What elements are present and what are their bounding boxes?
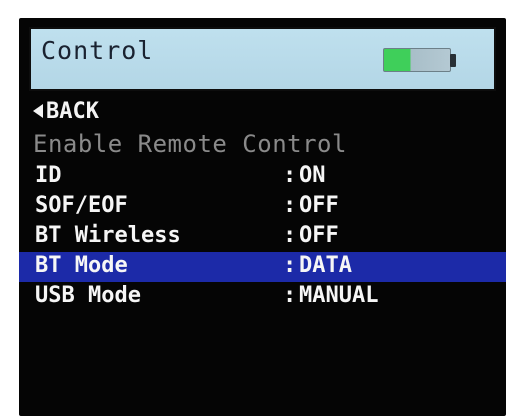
menu-item-sof-eof[interactable]: SOF/EOF : OFF [19, 192, 506, 222]
menu-item-value: DATA [299, 253, 352, 278]
menu-item-label: ID [35, 163, 62, 188]
menu-item-bt-wireless[interactable]: BT Wireless : OFF [19, 222, 506, 252]
menu-item-label: BT Wireless [35, 223, 181, 248]
menu-item-separator: : [283, 253, 297, 278]
menu-item-label: BT Mode [35, 253, 128, 278]
menu-item-separator: : [283, 223, 297, 248]
menu-item-separator: : [283, 193, 297, 218]
menu-item-separator: : [283, 163, 297, 188]
lcd-screen: Control BACK Enable Remote Control ID : … [19, 18, 506, 416]
title-bar: Control [29, 27, 496, 91]
left-triangle-icon [33, 104, 43, 118]
battery-terminal [450, 54, 456, 67]
back-button[interactable]: BACK [33, 96, 99, 126]
menu-item-separator: : [283, 283, 297, 308]
menu-item-bt-mode[interactable]: BT Mode : DATA [19, 252, 506, 282]
menu-item-value: OFF [299, 193, 339, 218]
menu-item-value: ON [299, 163, 326, 188]
menu-item-label: USB Mode [35, 283, 141, 308]
menu-item-id[interactable]: ID : ON [19, 162, 506, 192]
menu-item-value: OFF [299, 223, 339, 248]
section-title: Enable Remote Control [33, 130, 347, 158]
device-frame: Control BACK Enable Remote Control ID : … [0, 0, 509, 416]
battery-icon [383, 48, 451, 72]
back-label: BACK [46, 98, 99, 124]
settings-list: ID : ON SOF/EOF : OFF BT Wireless : OFF … [19, 162, 506, 312]
menu-item-label: SOF/EOF [35, 193, 128, 218]
menu-item-usb-mode[interactable]: USB Mode : MANUAL [19, 282, 506, 312]
page-title: Control [41, 36, 154, 65]
menu-item-value: MANUAL [299, 283, 379, 308]
